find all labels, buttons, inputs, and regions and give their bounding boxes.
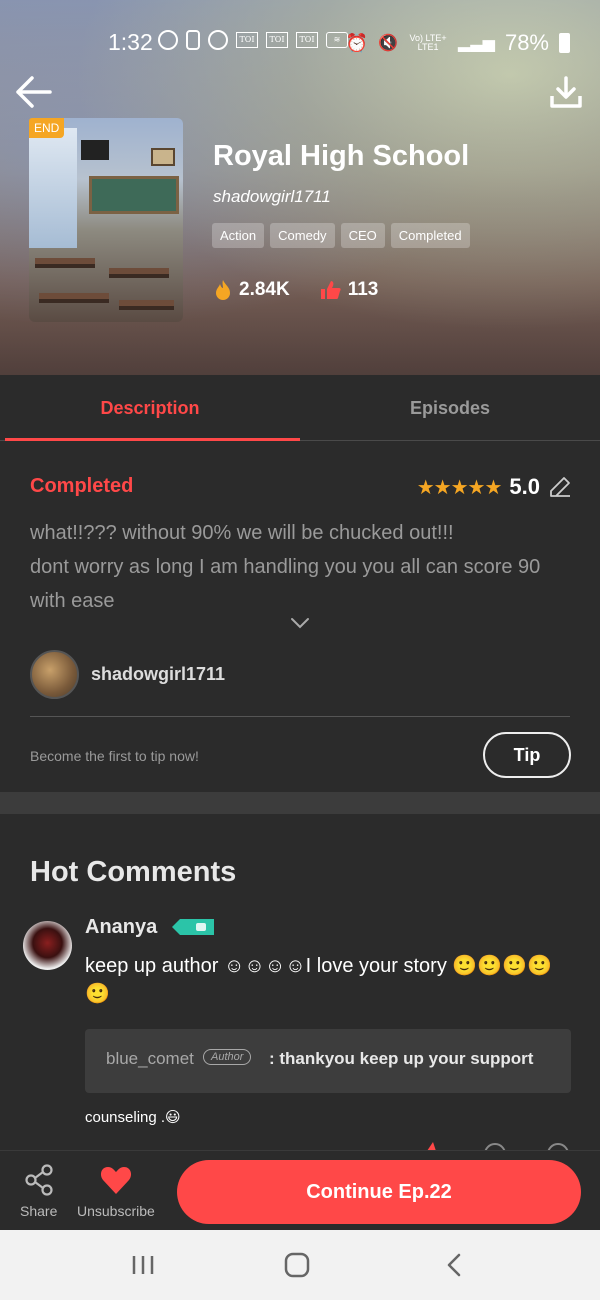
unsubscribe-button[interactable]: Unsubscribe [77, 1163, 155, 1219]
description-line: with ease [30, 590, 115, 612]
lte-indicator: Vo) LTE+ LTE1 [409, 33, 447, 52]
comment-text: keep up author ☺☺☺☺I love your story 🙂🙂🙂… [85, 955, 553, 1005]
share-button[interactable]: Share [20, 1163, 57, 1219]
level-badge-icon [172, 919, 214, 935]
author-avatar[interactable] [30, 650, 79, 699]
reply-username[interactable]: blue_comet [106, 1049, 194, 1069]
tab-episodes[interactable]: Episodes [300, 375, 600, 440]
signal-icon: ▂▃▅ [458, 35, 495, 52]
tag-action[interactable]: Action [212, 223, 265, 248]
cover-desk [119, 300, 174, 310]
back-icon[interactable] [440, 1252, 470, 1278]
app-notification-icon [186, 30, 200, 50]
author-row[interactable]: shadowgirl1711 [30, 650, 225, 699]
comments-section: Hot Comments Ananya keep up author ☺☺☺☺I… [0, 814, 600, 1150]
news-icon: TOI [266, 32, 288, 48]
rating-value: 5.0 [509, 474, 540, 499]
book-title: Royal High School [213, 140, 470, 172]
whatsapp-icon [158, 30, 178, 50]
wifi-icon: ≋ [326, 32, 348, 48]
pencil-icon[interactable] [548, 475, 572, 499]
system-icons: ⏰ 🔇 Vo) LTE+ LTE1 ▂▃▅ 78% [346, 30, 570, 56]
description-text: what!!??? without 90% we will be chucked… [30, 516, 575, 618]
status-bar: 1:32 TOI TOI TOI ≋ ⏰ 🔇 Vo) LTE+ LTE1 ▂▃▅… [0, 26, 600, 58]
unsubscribe-label: Unsubscribe [77, 1203, 155, 1219]
end-badge: END [29, 118, 65, 138]
views-stat: 2.84K [213, 279, 290, 301]
commenter-name[interactable]: Ananya [85, 916, 157, 939]
back-arrow-icon[interactable] [14, 72, 54, 112]
tip-prompt: Become the first to tip now! [30, 748, 199, 764]
rating: ★★★★★ 5.0 [417, 474, 572, 500]
tab-bar: Description Episodes [0, 375, 600, 441]
home-icon[interactable] [282, 1252, 312, 1278]
genre-tags: Action Comedy CEO Completed [212, 223, 470, 248]
tag-ceo[interactable]: CEO [340, 223, 385, 248]
cover-frame [151, 148, 175, 166]
cover-desk [109, 268, 169, 278]
news-icon: TOI [296, 32, 318, 48]
heart-icon [100, 1167, 131, 1194]
commenter-avatar[interactable] [23, 921, 72, 970]
author-name[interactable]: shadowgirl1711 [91, 664, 225, 685]
cover-blackboard [89, 176, 179, 214]
comment-actions-row [427, 1142, 569, 1150]
share-icon [25, 1164, 53, 1196]
news-icon: TOI [236, 32, 258, 48]
section-separator [0, 792, 600, 814]
battery-icon [559, 33, 570, 53]
mute-icon: 🔇 [378, 35, 399, 52]
cover-window [29, 128, 77, 248]
chrome-icon [208, 30, 228, 50]
cover-desk [39, 293, 109, 303]
description-line: what!!??? without 90% we will be chucked… [30, 522, 454, 544]
book-cover[interactable] [29, 118, 183, 322]
views-count: 2.84K [239, 279, 290, 300]
notification-icons: TOI TOI TOI ≋ [158, 30, 348, 50]
share-label: Share [20, 1203, 58, 1219]
tag-comedy[interactable]: Comedy [270, 223, 335, 248]
download-icon[interactable] [548, 74, 584, 110]
description-line: dont worry as long I am handling you you… [30, 556, 541, 578]
cover-desk [35, 258, 95, 268]
hot-comments-heading: Hot Comments [30, 856, 237, 888]
likes-stat: 113 [320, 279, 379, 301]
fire-icon [216, 280, 230, 300]
chevron-down-icon[interactable] [289, 616, 311, 630]
tag-completed[interactable]: Completed [390, 223, 470, 248]
author-role-badge: Author [203, 1049, 252, 1065]
completion-status: Completed [30, 475, 134, 497]
thumbs-up-icon [320, 281, 341, 299]
alarm-icon: ⏰ [345, 32, 369, 53]
tip-button[interactable]: Tip [483, 732, 571, 778]
author-reply[interactable]: blue_comet Author : thankyou keep up you… [85, 1029, 571, 1093]
recent-apps-icon[interactable] [128, 1252, 158, 1278]
comment-footer-text: counseling .😃 [85, 1109, 181, 1126]
book-stats: 2.84K 113 [213, 279, 378, 301]
bottom-action-bar: Share Unsubscribe Continue Ep.22 [0, 1150, 600, 1230]
battery-percent: 78% [504, 30, 549, 55]
likes-count: 113 [347, 279, 379, 300]
divider [30, 716, 570, 717]
star-rating-icon: ★★★★★ [416, 476, 503, 499]
status-time: 1:32 [108, 29, 153, 55]
system-navigation-bar [0, 1230, 600, 1300]
continue-reading-button[interactable]: Continue Ep.22 [177, 1160, 581, 1224]
book-author[interactable]: shadowgirl1711 [213, 187, 331, 207]
reply-text: : thankyou keep up your support [269, 1049, 534, 1068]
tab-description[interactable]: Description [0, 375, 300, 441]
cover-tv [81, 140, 109, 160]
description-panel: Completed ★★★★★ 5.0 what!!??? without 90… [0, 442, 600, 792]
